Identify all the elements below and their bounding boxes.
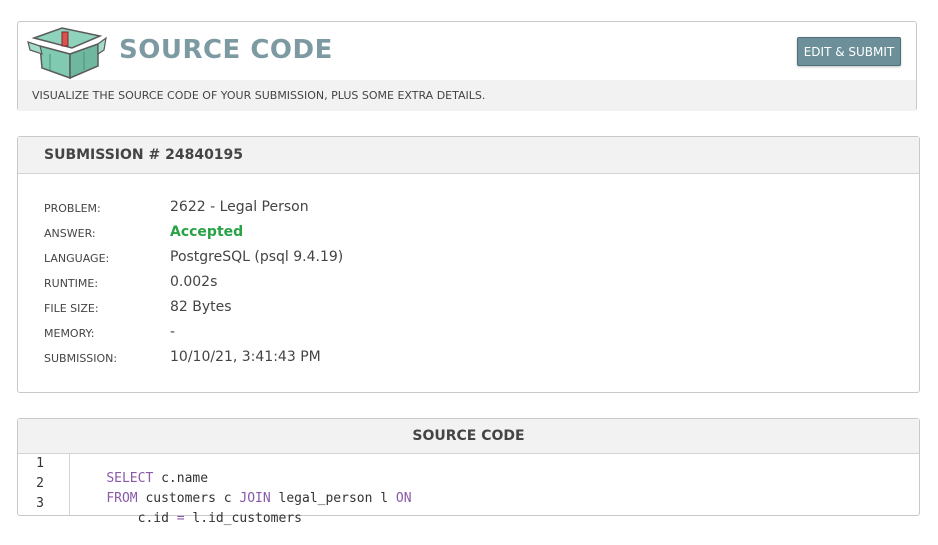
submission-panel: SUBMISSION # 24840195 PROBLEM: 2622 - Le… xyxy=(17,136,920,393)
code-operator: = xyxy=(176,511,185,526)
code-text: l.id_customers xyxy=(184,511,302,526)
open-box-logo-icon xyxy=(27,27,107,80)
submission-date-value: 10/10/21, 3:41:43 PM xyxy=(170,349,321,365)
detail-row-answer: ANSWER: Accepted xyxy=(44,224,884,244)
source-code-panel-header: SOURCE CODE xyxy=(18,419,919,454)
code-line[interactable]: c.id = l.id_customers xyxy=(75,496,302,541)
detail-label: LANGUAGE: xyxy=(44,252,110,265)
header-description-bar: VISUALIZE THE SOURCE CODE OF YOUR SUBMIS… xyxy=(18,80,916,111)
header-top: SOURCE CODE EDIT & SUBMIT xyxy=(18,22,916,81)
line-number-gutter: 1 2 3 xyxy=(18,454,70,515)
memory-value: - xyxy=(170,324,176,340)
detail-label: SUBMISSION: xyxy=(44,352,118,365)
detail-row-language: LANGUAGE: PostgreSQL (psql 9.4.19) xyxy=(44,249,884,269)
detail-label: MEMORY: xyxy=(44,327,95,340)
source-code-panel: SOURCE CODE 1 2 3 SELECT c.name FROM cus… xyxy=(17,418,920,526)
problem-value: 2622 - Legal Person xyxy=(170,199,309,215)
line-number: 1 xyxy=(36,456,44,471)
header-description: VISUALIZE THE SOURCE CODE OF YOUR SUBMIS… xyxy=(32,89,486,102)
detail-row-runtime: RUNTIME: 0.002s xyxy=(44,274,884,294)
submission-panel-header: SUBMISSION # 24840195 xyxy=(18,137,919,174)
runtime-value: 0.002s xyxy=(170,274,218,290)
edit-submit-button[interactable]: EDIT & SUBMIT xyxy=(797,37,901,66)
detail-row-problem: PROBLEM: 2622 - Legal Person xyxy=(44,199,884,219)
line-number: 3 xyxy=(36,496,44,511)
detail-label: FILE SIZE: xyxy=(44,302,99,315)
file-size-value: 82 Bytes xyxy=(170,299,232,315)
source-code-heading: SOURCE CODE xyxy=(412,428,525,444)
language-value: PostgreSQL (psql 9.4.19) xyxy=(170,249,344,265)
answer-status: Accepted xyxy=(170,224,244,240)
detail-label: ANSWER: xyxy=(44,227,96,240)
detail-row-file-size: FILE SIZE: 82 Bytes xyxy=(44,299,884,319)
page-header: SOURCE CODE EDIT & SUBMIT VISUALIZE THE … xyxy=(17,21,917,111)
code-text: c.id xyxy=(106,511,177,526)
line-number: 2 xyxy=(36,476,44,491)
detail-row-submission: SUBMISSION: 10/10/21, 3:41:43 PM xyxy=(44,349,884,369)
submission-heading: SUBMISSION # 24840195 xyxy=(44,147,244,163)
detail-label: PROBLEM: xyxy=(44,202,101,215)
page-title: SOURCE CODE xyxy=(119,35,333,65)
detail-row-memory: MEMORY: - xyxy=(44,324,884,344)
detail-label: RUNTIME: xyxy=(44,277,99,290)
code-keyword: ON xyxy=(395,491,412,506)
